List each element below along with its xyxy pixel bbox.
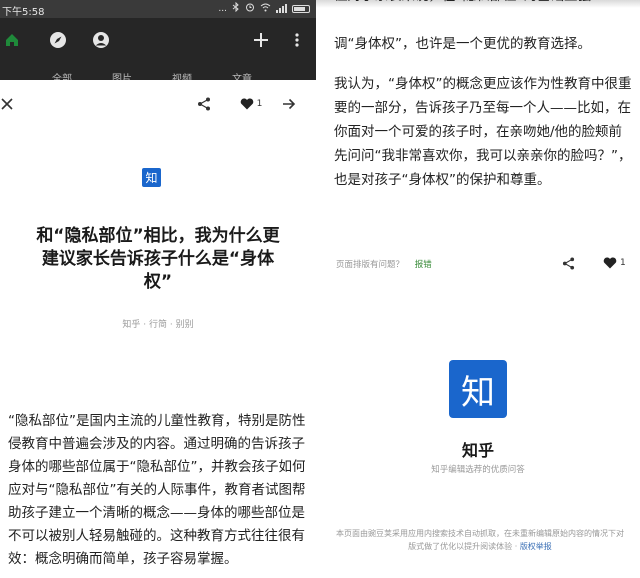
report-error-link[interactable]: 报错	[415, 260, 432, 270]
heart-icon	[603, 257, 617, 269]
clipped-line: 但对于家长来说，在“隐私部位”的基础上强	[334, 0, 634, 8]
article-paragraph-2: 我认为，“身体权”的概念更应该作为性教育中很重要的一部分，告诉孩子乃至每一个人—…	[334, 76, 632, 188]
zhihu-source-icon: 知	[142, 168, 161, 187]
disclaimer-text: 本页面由豌豆荚采用应用内搜索技术自动抓取，在未重新编辑原始内容的情况下对版式做了…	[336, 529, 624, 551]
left-screen: 下午5:58 ... 1 知 和“隐私部位”相比，我为什么更建议家长告诉孩子什么…	[0, 0, 316, 578]
status-icons: ...	[218, 1, 310, 15]
app-bar: 全部 图片 视频 文章	[0, 18, 316, 85]
status-dots: ...	[218, 3, 227, 14]
like-button[interactable]: 1	[603, 255, 626, 271]
status-bar: 下午5:58 ...	[0, 0, 316, 18]
brand-tagline: 知乎编辑选荐的优质问答	[431, 465, 525, 475]
more-vert-icon[interactable]	[285, 28, 309, 52]
layout-feedback: 页面排版有问题？ 报错	[336, 258, 432, 270]
feedback-text: 页面排版有问题？	[336, 260, 405, 270]
battery-icon	[292, 4, 310, 13]
like-button[interactable]: 1	[236, 94, 266, 114]
home-icon[interactable]	[0, 28, 24, 52]
signal-icon	[276, 4, 287, 13]
alarm-icon	[245, 2, 255, 15]
like-count: 1	[620, 258, 626, 268]
share-icon[interactable]	[196, 94, 212, 114]
status-time: 下午5:58	[2, 7, 45, 18]
article-toolbar: 1	[0, 80, 316, 128]
zhihu-logo: 知	[449, 360, 507, 418]
copyright-report-link[interactable]: 版权举报	[520, 542, 552, 551]
profile-icon[interactable]	[89, 28, 113, 52]
heart-icon	[240, 98, 253, 110]
disclaimer: 本页面由豌豆荚采用应用内搜索技术自动抓取，在未重新编辑原始内容的情况下对版式做了…	[334, 527, 626, 553]
plus-icon[interactable]	[249, 28, 273, 52]
article-meta: 知乎 · 行简 · 别别	[122, 320, 194, 330]
like-count: 1	[256, 99, 263, 109]
compass-icon[interactable]	[46, 28, 70, 52]
article-title: 和“隐私部位”相比，我为什么更建议家长告诉孩子什么是“身体权”	[36, 226, 280, 292]
wifi-icon	[260, 3, 271, 15]
bluetooth-icon	[232, 1, 240, 15]
right-screen: 但对于家长来说，在“隐私部位”的基础上强 调“身体权”，也许是一个更优的教育选择…	[316, 0, 640, 578]
article-intro: “隐私部位”是国内主流的儿童性教育，特别是防性侵教育中普遍会涉及的内容。通过明确…	[8, 413, 306, 567]
close-icon[interactable]	[0, 94, 14, 114]
article-paragraph: 调“身体权”，也许是一个更优的教育选择。	[334, 36, 591, 52]
share-icon[interactable]	[562, 255, 575, 271]
brand-name: 知乎	[461, 441, 494, 460]
arrow-right-icon[interactable]	[281, 94, 297, 114]
